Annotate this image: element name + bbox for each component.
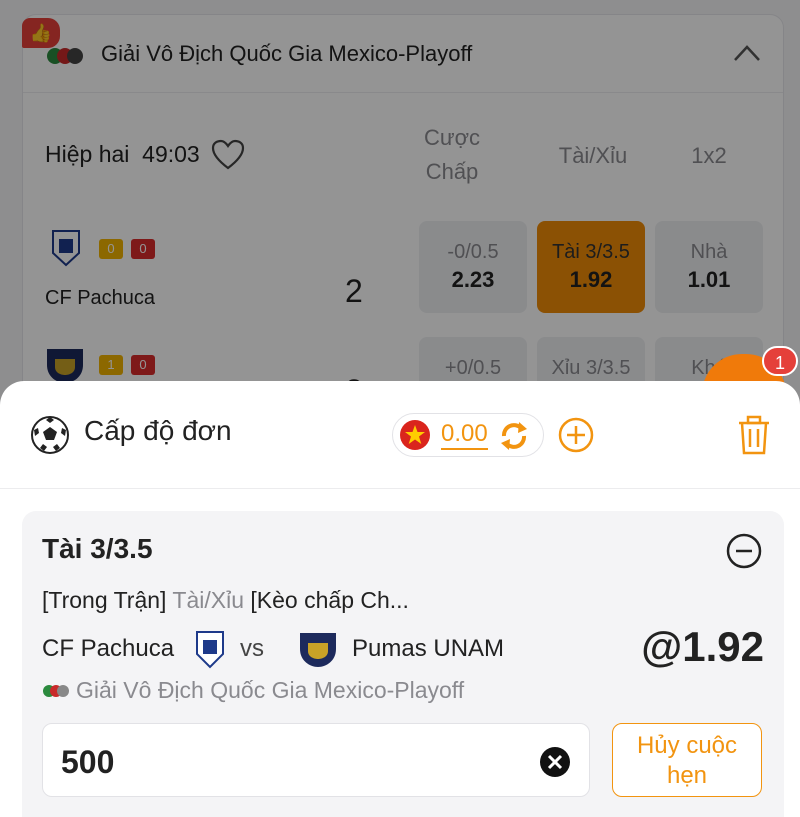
- cancel-bet-button[interactable]: Hủy cuộc hẹn: [612, 723, 762, 797]
- tag-market: Tài/Xỉu: [172, 587, 245, 613]
- notification-badge: 1: [762, 346, 798, 376]
- bet-market-tags: [Trong Trận] Tài/Xỉu [Kèo chấp Ch...: [42, 587, 409, 614]
- tag-live: [Trong Trận]: [42, 587, 167, 613]
- remove-selection-minus-icon[interactable]: [726, 533, 762, 569]
- home-team-name: CF Pachuca: [42, 635, 175, 662]
- trash-icon[interactable]: [736, 415, 772, 455]
- bet-slip-sheet: Cấp độ đơn 0.00 Tài 3/3.5 [Trong Trận] T…: [0, 381, 800, 817]
- stake-input[interactable]: 500: [42, 723, 590, 797]
- pachuca-logo-icon: [196, 631, 224, 669]
- stake-value: 500: [61, 744, 115, 780]
- refresh-icon[interactable]: [497, 420, 531, 452]
- selection-odds: @1.92: [641, 623, 764, 670]
- vietnam-flag-icon: [400, 420, 430, 450]
- bet-selection-card: Tài 3/3.5 [Trong Trận] Tài/Xỉu [Kèo chấp…: [22, 511, 784, 817]
- bet-slip-header: Cấp độ đơn 0.00: [0, 381, 800, 489]
- pumas-logo-icon: [300, 633, 336, 667]
- away-team-name: Pumas UNAM: [352, 635, 505, 662]
- soccer-ball-icon: [31, 416, 69, 454]
- bet-selection-title: Tài 3/3.5: [42, 533, 153, 564]
- bet-league: Giải Vô Địch Quốc Gia Mexico-Playoff: [42, 677, 464, 704]
- league-logo-icon: [43, 685, 69, 697]
- clear-input-icon[interactable]: [539, 746, 571, 778]
- vs-label: vs: [240, 635, 264, 662]
- bet-slip-title: Cấp độ đơn: [84, 415, 232, 446]
- tag-type: [Kèo chấp Ch...: [250, 587, 409, 613]
- balance-pill: 0.00: [392, 413, 544, 457]
- balance-amount: 0.00: [441, 420, 488, 450]
- add-funds-plus-icon[interactable]: [558, 417, 594, 453]
